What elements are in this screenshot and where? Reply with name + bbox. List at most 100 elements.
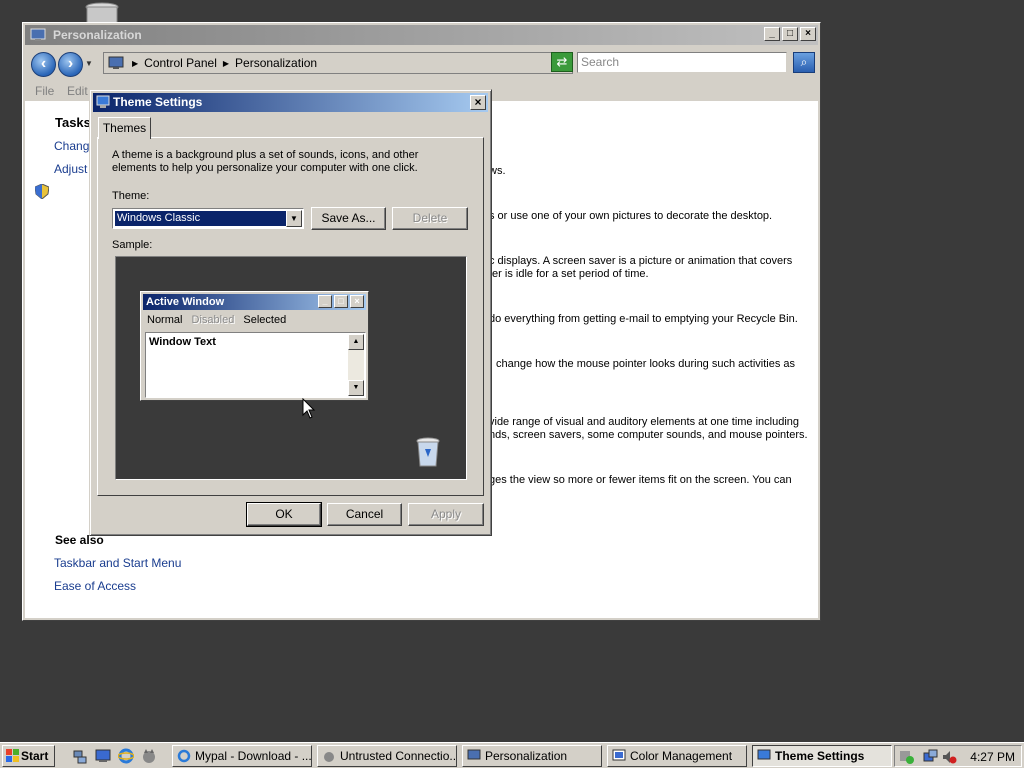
show-desktop-icon[interactable] [95,748,111,764]
mypal-browser-icon [324,752,334,762]
sample-menu: Normal Disabled Selected [147,314,292,326]
theme-description: A theme is a background plus a set of so… [112,149,419,174]
content-text: vide range of visual and auditory elemen… [489,416,800,428]
search-button[interactable]: ⌕ [793,52,815,73]
menu-file[interactable]: File [35,84,54,98]
sample-window-text: Window Text [149,336,216,348]
sample-maximize-icon: □ [334,295,348,308]
breadcrumb-control-panel[interactable]: Control Panel [144,56,217,70]
chevron-down-icon[interactable]: ▼ [286,210,302,227]
theme-sample-preview: Active Window _ □ × Normal Disabled Sele… [115,256,467,480]
scroll-down-icon: ▼ [348,380,364,396]
tasks-heading: Tasks [55,115,91,130]
recent-pages-dropdown-icon[interactable]: ▼ [85,59,93,68]
caption-buttons: _ □ × [764,27,816,41]
content-text: ter is idle for a set period of time. [489,268,649,280]
sample-caption-buttons: _ □ × [318,295,364,308]
sample-minimize-icon: _ [318,295,332,308]
taskbar-item-label: Personalization [485,749,568,763]
minimize-button[interactable]: _ [764,27,780,41]
sample-window-title: Active Window [146,296,225,308]
theme-label: Theme: [112,190,150,202]
link-taskbar-start-menu[interactable]: Taskbar and Start Menu [54,556,181,570]
start-button[interactable]: Start [2,745,55,767]
internet-explorer-icon [177,749,191,763]
content-text: c displays. A screen saver is a picture … [489,255,793,267]
volume-muted-icon[interactable] [941,749,957,765]
network-status-icon[interactable] [923,749,939,765]
control-panel-icon [30,28,46,41]
dialog-title-bar[interactable]: Theme Settings × [93,93,488,112]
ok-button[interactable]: OK [246,502,322,527]
task-link-adjust[interactable]: Adjust [54,162,87,176]
security-center-icon[interactable] [899,749,915,765]
taskbar-item-label: Theme Settings [775,749,865,763]
theme-select-value: Windows Classic [115,211,286,226]
search-input[interactable]: Search [577,52,787,73]
control-panel-icon [108,56,124,69]
sample-menu-selected: Selected [243,314,287,326]
taskbar-item-label: Untrusted Connectio... [340,749,457,763]
content-text: do everything from getting e-mail to emp… [489,313,798,325]
taskbar-item-personalization[interactable]: Personalization [462,745,602,767]
close-button[interactable]: × [800,27,816,41]
scroll-up-icon: ▲ [348,334,364,350]
cancel-button[interactable]: Cancel [327,503,402,526]
internet-explorer-icon[interactable] [118,748,134,764]
recycle-bin-icon [416,437,440,467]
sample-active-window: Active Window _ □ × Normal Disabled Sele… [140,291,369,401]
taskbar: Start Mypal - Download - ... Untrusted C… [0,742,1024,768]
content-text: ges the view so more or fewer items fit … [489,474,792,486]
taskbar-item-label: Mypal - Download - ... [195,749,312,763]
tab-themes[interactable]: Themes [98,117,151,139]
taskbar-item-theme-settings[interactable]: Theme Settings [752,745,892,767]
sample-scrollbar: ▲ ▼ [348,334,364,396]
navigation-bar: ‹ › ▼ ▶ Control Panel ▶ Personalization … [25,47,818,79]
maximize-button[interactable]: □ [782,27,798,41]
apply-button[interactable]: Apply [408,503,484,526]
content-text: change how the mouse pointer looks durin… [496,358,796,370]
sample-close-icon: × [350,295,364,308]
forward-button[interactable]: › [58,52,83,77]
sample-label: Sample: [112,239,153,251]
refresh-button[interactable]: ⇄ [551,52,573,72]
sample-menu-disabled: Disabled [191,314,235,326]
sample-menu-normal: Normal [147,314,183,326]
theme-settings-dialog: Theme Settings × Themes A theme is a bac… [89,89,492,536]
control-panel-icon [467,749,481,760]
taskbar-item-color-management[interactable]: Color Management [607,745,747,767]
color-management-icon [612,749,626,761]
delete-button[interactable]: Delete [392,207,468,230]
breadcrumb-personalization[interactable]: Personalization [235,56,317,70]
breadcrumb-arrow-icon[interactable]: ▶ [223,59,229,68]
content-text: s or use one of your own pictures to dec… [489,210,773,222]
link-ease-of-access[interactable]: Ease of Access [54,579,136,593]
display-icon [96,95,110,108]
clock[interactable]: 4:27 PM [970,750,1015,764]
address-bar[interactable]: ▶ Control Panel ▶ Personalization ▼ [103,52,573,74]
breadcrumb-arrow-icon[interactable]: ▶ [132,59,138,68]
sample-title-bar: Active Window _ □ × [143,294,366,310]
window-title: Personalization [53,28,142,42]
taskbar-item-mypal[interactable]: Mypal - Download - ... [172,745,312,767]
back-button[interactable]: ‹ [31,52,56,77]
personalization-title-bar[interactable]: Personalization _ □ × [25,25,818,45]
mypal-browser-icon[interactable] [141,748,157,764]
taskbar-item-untrusted-connection[interactable]: Untrusted Connectio... [317,745,457,767]
dialog-title: Theme Settings [113,95,203,109]
recycle-bin-icon[interactable] [84,2,120,24]
sample-text-area: Window Text ▲ ▼ [145,332,366,398]
display-icon [757,749,771,760]
uac-shield-icon [35,184,49,199]
dialog-close-button[interactable]: × [470,95,486,110]
mouse-pointer-icon [302,398,316,419]
taskbar-item-label: Color Management [630,749,733,763]
theme-select[interactable]: Windows Classic ▼ [112,208,304,229]
start-label: Start [21,749,49,763]
save-as-button[interactable]: Save As... [311,207,386,230]
notification-area: 4:27 PM [894,745,1022,767]
content-text: nds, screen savers, some computer sounds… [489,429,808,441]
menu-edit[interactable]: Edit [67,84,88,98]
network-icon[interactable] [72,748,88,764]
windows-logo-icon [6,749,19,762]
